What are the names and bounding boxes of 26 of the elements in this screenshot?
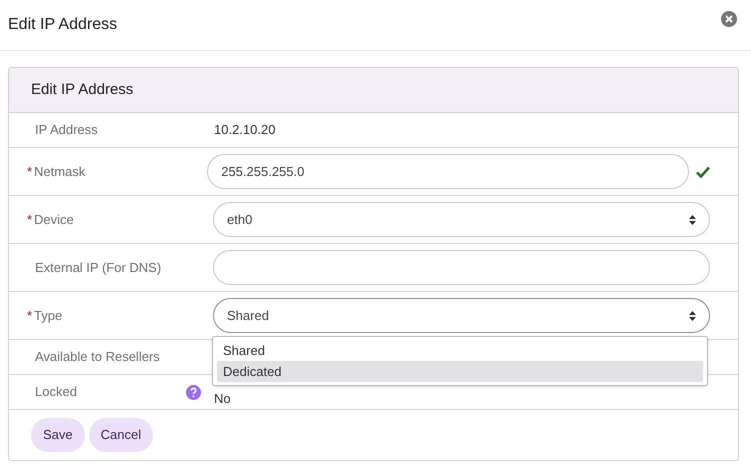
- close-icon[interactable]: [721, 11, 737, 27]
- select-field[interactable]: Shared: [213, 298, 710, 333]
- required-mark: *: [27, 162, 31, 181]
- card-title: Edit IP Address: [31, 80, 134, 100]
- field-value: 10.2.10.20: [213, 121, 276, 140]
- text-field[interactable]: 255.255.255.0: [207, 154, 689, 189]
- field-label: Netmask: [34, 162, 86, 181]
- dropdown-option[interactable]: Dedicated: [217, 361, 703, 382]
- select-field[interactable]: eth0: [213, 202, 710, 237]
- form-button[interactable]: Save: [31, 418, 85, 452]
- modal-title: Edit IP Address: [8, 15, 118, 35]
- dropdown-option[interactable]: Shared: [217, 340, 703, 361]
- field-value: No: [213, 390, 231, 408]
- required-mark: *: [27, 306, 31, 325]
- field-label: IP Address: [35, 121, 98, 140]
- text-field[interactable]: [213, 250, 710, 285]
- select-arrows-icon: [689, 214, 696, 224]
- required-mark: *: [27, 210, 31, 229]
- select-arrows-icon: [689, 310, 696, 320]
- field-label: External IP (For DNS): [35, 258, 162, 277]
- form-button[interactable]: Cancel: [88, 418, 154, 452]
- field-label: Available to Resellers: [35, 348, 160, 366]
- help-icon[interactable]: [186, 384, 201, 400]
- field-label: Locked: [35, 383, 77, 402]
- field-label: Device: [34, 210, 74, 229]
- field-label: Type: [34, 306, 62, 325]
